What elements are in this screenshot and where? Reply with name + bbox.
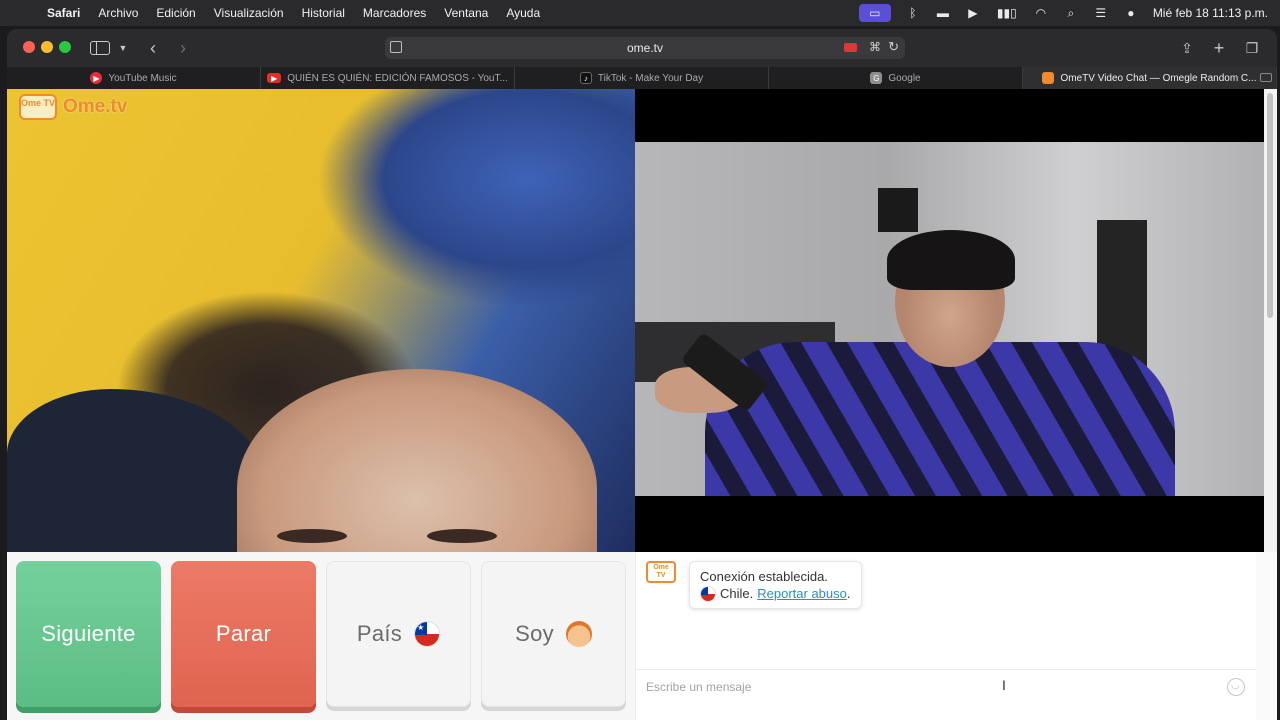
remote-video-feed [635, 89, 1264, 552]
play-circle-icon[interactable]: ▶ [965, 6, 981, 20]
tab-label: OmeTV Video Chat — Omegle Random C... [1060, 72, 1257, 84]
youtube-music-icon: ▶ [90, 72, 103, 84]
boy-avatar-icon [565, 621, 592, 647]
chile-flag-icon [414, 621, 441, 647]
macos-menu-bar: Safari Archivo Edición Visualización His… [0, 0, 1280, 26]
message-input-placeholder: Escribe un mensaje [646, 679, 752, 694]
remote-video-poster [878, 188, 918, 232]
youtube-icon: ▶ [267, 73, 282, 83]
tab-tiktok[interactable]: ♪ TikTok - Make Your Day [515, 67, 769, 89]
menu-edicion[interactable]: Edición [156, 6, 195, 20]
scrollbar-thumb[interactable] [1267, 93, 1273, 318]
tab-label: YouTube Music [108, 72, 177, 84]
menu-ayuda[interactable]: Ayuda [506, 6, 540, 20]
menu-archivo[interactable]: Archivo [98, 6, 138, 20]
bluetooth-icon[interactable]: ᛒ [905, 6, 921, 20]
tab-youtube[interactable]: ▶ QUIÉN ES QUIÉN: EDICIÓN FAMOSOS - YouT… [261, 67, 515, 89]
tab-youtube-music[interactable]: ▶ YouTube Music [7, 67, 261, 89]
translate-icon[interactable]: ⌘ [869, 40, 881, 54]
chat-ometv-icon: Ome TV [646, 561, 676, 583]
connection-status: Conexión establecida. [700, 569, 828, 584]
reload-icon[interactable]: ↻ [888, 39, 899, 55]
page-settings-icon[interactable] [390, 41, 402, 53]
chile-flag-small-icon [700, 585, 716, 602]
report-suffix: . [846, 586, 851, 601]
local-video-eye-left [277, 529, 347, 543]
safari-toolbar: ▼ ‹ › ome.tv ⌘ ↻ ⇪ + ❐ [7, 29, 1277, 67]
ometv-logo-icon: Ome TV [19, 94, 57, 120]
new-tab-icon[interactable]: + [1211, 38, 1227, 58]
chat-controls: Siguiente Parar País Soy [7, 552, 635, 720]
ometv-logo-text: Ome.tv [63, 96, 128, 117]
tab-camera-icon [1260, 73, 1272, 82]
chat-scrollbar-track [1256, 552, 1277, 720]
tab-google[interactable]: G Google [769, 67, 1023, 89]
text-cursor-icon: I [1002, 677, 1006, 693]
tiktok-icon: ♪ [579, 72, 592, 84]
local-video-face [237, 369, 597, 552]
ometv-logo[interactable]: Ome TV Ome.tv [19, 94, 127, 120]
chat-panel: Ome TV Conexión establecida. Chile. Repo… [635, 552, 1257, 720]
car-icon[interactable]: ▬ [935, 6, 951, 20]
close-window-button[interactable] [23, 41, 35, 53]
tab-label: TikTok - Make Your Day [597, 72, 704, 84]
tab-label: QUIÉN ES QUIÉN: EDICIÓN FAMOSOS - YouT..… [287, 72, 508, 84]
menu-app-safari[interactable]: Safari [47, 6, 80, 20]
google-icon: G [870, 72, 883, 84]
remote-video-frame [635, 142, 1264, 496]
camera-recording-icon[interactable] [844, 43, 857, 52]
partner-country-line: Chile. Reportar abuso. [700, 585, 851, 602]
minimize-window-button[interactable] [41, 41, 53, 53]
tab-bar: ▶ YouTube Music ▶ QUIÉN ES QUIÉN: EDICIÓ… [7, 67, 1277, 89]
remote-video-hair [887, 230, 1015, 290]
chevron-down-icon[interactable]: ▼ [117, 38, 129, 58]
ometv-page: Ome TV Ome.tv Siguiente Parar País ★ Soy… [7, 89, 1277, 720]
next-button-label: Siguiente [41, 621, 136, 646]
stop-button-label: Parar [215, 621, 272, 646]
gender-button-label: Soy [515, 621, 554, 646]
report-abuse-link[interactable]: Reportar abuso [757, 585, 847, 602]
local-video-eye-right [427, 529, 497, 543]
screen-mirroring-icon[interactable]: ▭ [858, 4, 891, 22]
next-button[interactable]: Siguiente [16, 561, 161, 707]
control-center-icon[interactable]: ☰ [1093, 6, 1109, 20]
partner-country: Chile. [720, 586, 754, 601]
message-input[interactable]: Escribe un mensaje I [636, 669, 1257, 703]
menu-visualizacion[interactable]: Visualización [214, 6, 284, 20]
tab-overview-icon[interactable]: ❐ [1243, 38, 1261, 58]
local-video-feed: Ome TV Ome.tv [7, 89, 635, 552]
system-message: Conexión establecida. Chile. Reportar ab… [689, 561, 862, 609]
tab-label: Google [888, 72, 921, 84]
stop-button[interactable]: Parar [171, 561, 316, 707]
gender-button[interactable]: Soy [481, 561, 626, 707]
menu-historial[interactable]: Historial [302, 6, 345, 20]
emoji-icon[interactable] [1227, 678, 1245, 696]
battery-icon[interactable]: ▮▮▯ [995, 6, 1019, 20]
menu-bar-clock[interactable]: Mié feb 18 11:13 p.m. [1153, 6, 1268, 20]
share-icon[interactable]: ⇪ [1179, 38, 1195, 58]
spotlight-search-icon[interactable]: ⌕ [1063, 6, 1079, 20]
menu-marcadores[interactable]: Marcadores [363, 6, 426, 20]
safari-window: ▼ ‹ › ome.tv ⌘ ↻ ⇪ + ❐ ▶ YouTube Music ▶… [7, 29, 1277, 720]
menu-ventana[interactable]: Ventana [444, 6, 488, 20]
wifi-icon[interactable]: ◠ [1033, 6, 1049, 20]
menu-bar-extras: ▭ ᛒ ▬ ▶ ▮▮▯ ◠ ⌕ ☰ ● Mié feb 18 11:13 p.m… [858, 0, 1268, 26]
address-bar[interactable]: ome.tv ⌘ ↻ [385, 37, 905, 59]
page-scrollbar[interactable] [1264, 89, 1277, 552]
maximize-window-button[interactable] [59, 41, 71, 53]
siri-icon[interactable]: ● [1123, 6, 1139, 20]
ometv-icon [1042, 72, 1055, 84]
video-background-shape [7, 389, 267, 552]
address-url: ome.tv [626, 41, 663, 55]
tab-ometv[interactable]: OmeTV Video Chat — Omegle Random C... [1023, 67, 1277, 89]
country-button-label: País [356, 621, 403, 646]
back-arrow-icon[interactable]: ‹ [145, 38, 161, 58]
country-filter-button[interactable]: País [326, 561, 471, 707]
forward-arrow-icon[interactable]: › [175, 38, 191, 58]
sidebar-toggle-icon[interactable] [90, 41, 110, 55]
